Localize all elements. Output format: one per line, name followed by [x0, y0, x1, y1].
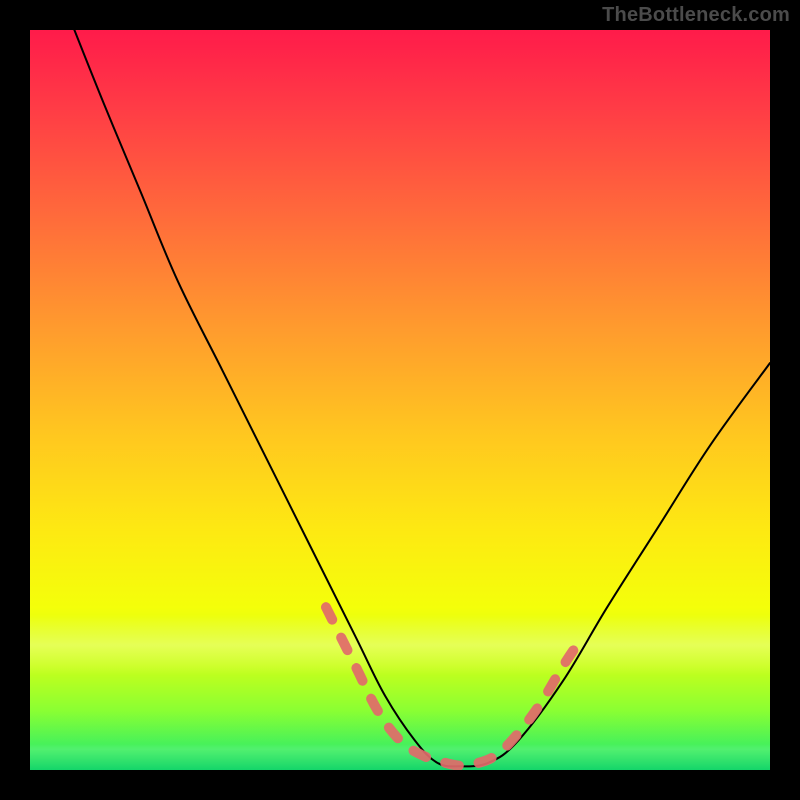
- chart-frame: TheBottleneck.com: [0, 0, 800, 800]
- plot-background-gradient: [30, 30, 770, 770]
- plot-area: [30, 30, 770, 770]
- watermark-text: TheBottleneck.com: [602, 4, 790, 27]
